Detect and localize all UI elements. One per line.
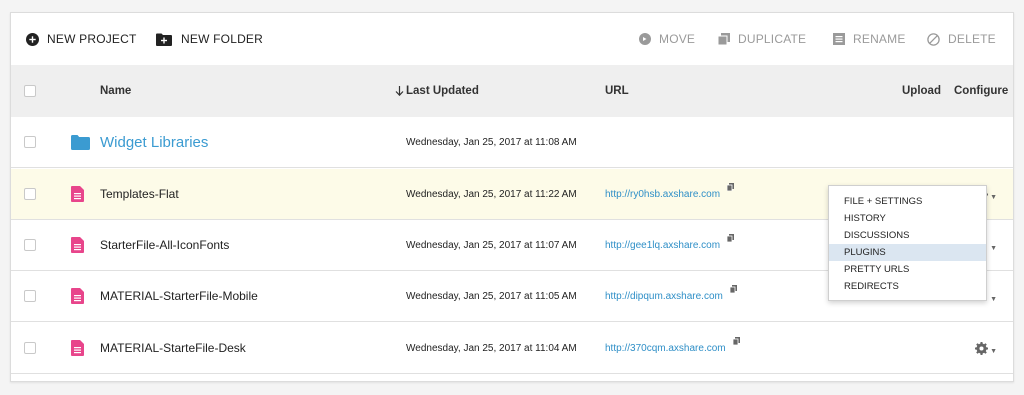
document-icon xyxy=(71,237,84,253)
menu-item-discussions[interactable]: DISCUSSIONS xyxy=(829,227,986,244)
menu-item-file-settings[interactable]: FILE + SETTINGS xyxy=(829,193,986,210)
folder-name-link[interactable]: Widget Libraries xyxy=(100,134,208,151)
down-arrow-icon xyxy=(395,86,404,96)
row-checkbox[interactable] xyxy=(24,239,36,251)
column-header-upload: Upload xyxy=(902,85,941,97)
rename-icon xyxy=(833,33,845,45)
project-name[interactable]: StarterFile-All-IconFonts xyxy=(100,238,229,252)
new-folder-label: NEW FOLDER xyxy=(181,32,264,46)
chevron-down-icon[interactable]: ▼ xyxy=(990,296,997,303)
chevron-down-icon[interactable]: ▼ xyxy=(990,245,997,252)
new-project-label: NEW PROJECT xyxy=(47,32,137,46)
folder-plus-icon xyxy=(156,33,172,46)
menu-item-plugins[interactable]: PLUGINS xyxy=(829,244,986,261)
select-all-checkbox[interactable] xyxy=(24,85,36,97)
menu-item-redirects[interactable]: REDIRECTS xyxy=(829,278,986,295)
delete-button[interactable]: DELETE xyxy=(927,32,996,46)
rename-button[interactable]: RENAME xyxy=(833,32,906,46)
column-header-name[interactable]: Name xyxy=(100,85,131,97)
chevron-down-icon: ▼ xyxy=(990,193,997,201)
folder-icon xyxy=(71,134,90,150)
url-cell: http://370cqm.axshare.com xyxy=(605,336,740,354)
toolbar: NEW PROJECT NEW FOLDER MOVE DUPLICATE RE… xyxy=(11,13,1013,65)
duplicate-button[interactable]: DUPLICATE xyxy=(718,32,806,46)
column-header-last-updated[interactable]: Last Updated xyxy=(395,85,479,97)
last-updated-value: Wednesday, Jan 25, 2017 at 11:04 AM xyxy=(406,342,577,354)
document-icon xyxy=(71,186,84,202)
no-entry-icon xyxy=(927,32,940,46)
project-name[interactable]: MATERIAL-StarterFile-Mobile xyxy=(100,289,258,303)
new-project-button[interactable]: NEW PROJECT xyxy=(26,32,137,46)
move-label: MOVE xyxy=(659,32,696,46)
last-updated-value: Wednesday, Jan 25, 2017 at 11:22 AM xyxy=(406,188,577,200)
arrow-circle-icon xyxy=(639,33,651,45)
move-button[interactable]: MOVE xyxy=(639,32,695,46)
document-icon xyxy=(71,340,84,356)
column-header-configure: Configure xyxy=(954,85,1009,97)
rename-label: RENAME xyxy=(853,32,906,46)
project-url-link[interactable]: http://ry0hsb.axshare.com xyxy=(605,189,720,200)
chevron-down-icon: ▼ xyxy=(990,347,997,355)
project-url-link[interactable]: http://dipqum.axshare.com xyxy=(605,291,723,302)
project-name[interactable]: MATERIAL-StarteFile-Desk xyxy=(100,341,246,355)
duplicate-icon xyxy=(718,33,730,45)
project-url-link[interactable]: http://gee1lq.axshare.com xyxy=(605,240,720,251)
last-updated-label: Last Updated xyxy=(406,85,479,97)
row-checkbox[interactable] xyxy=(24,342,36,354)
last-updated-value: Wednesday, Jan 25, 2017 at 11:08 AM xyxy=(406,136,577,148)
duplicate-label: DUPLICATE xyxy=(738,32,807,46)
last-updated-value: Wednesday, Jan 25, 2017 at 11:05 AM xyxy=(406,290,577,302)
project-name[interactable]: Templates-Flat xyxy=(100,187,179,201)
gear-icon xyxy=(975,341,989,355)
copy-icon[interactable] xyxy=(732,336,740,348)
table-header: Name Last Updated URL Upload Configure xyxy=(11,65,1013,117)
last-updated-value: Wednesday, Jan 25, 2017 at 11:07 AM xyxy=(406,239,577,251)
row-checkbox[interactable] xyxy=(24,188,36,200)
configure-dropdown-menu: FILE + SETTINGS HISTORY DISCUSSIONS PLUG… xyxy=(828,185,987,301)
table-row[interactable]: Widget Libraries Wednesday, Jan 25, 2017… xyxy=(11,117,1013,168)
project-url-link[interactable]: http://370cqm.axshare.com xyxy=(605,343,726,354)
menu-item-pretty-urls[interactable]: PRETTY URLS xyxy=(829,261,986,278)
new-folder-button[interactable]: NEW FOLDER xyxy=(156,32,263,46)
copy-icon[interactable] xyxy=(726,182,735,194)
row-checkbox[interactable] xyxy=(24,136,36,148)
delete-label: DELETE xyxy=(948,32,996,46)
configure-gear-button[interactable]: ▼ xyxy=(975,341,997,355)
menu-item-history[interactable]: HISTORY xyxy=(829,210,986,227)
column-header-url: URL xyxy=(605,85,629,97)
url-cell: http://gee1lq.axshare.com xyxy=(605,233,735,251)
row-checkbox[interactable] xyxy=(24,290,36,302)
document-icon xyxy=(71,288,84,304)
plus-circle-icon xyxy=(26,32,39,46)
url-cell: http://ry0hsb.axshare.com xyxy=(605,182,735,200)
url-cell: http://dipqum.axshare.com xyxy=(605,284,737,302)
table-row[interactable]: MATERIAL-StarteFile-Desk Wednesday, Jan … xyxy=(11,323,1013,374)
copy-icon[interactable] xyxy=(726,233,735,245)
copy-icon[interactable] xyxy=(729,284,737,296)
